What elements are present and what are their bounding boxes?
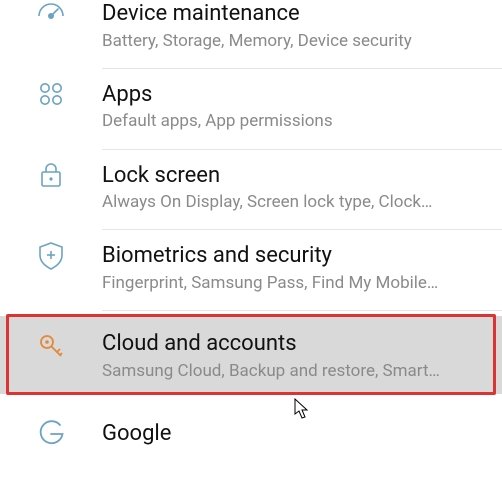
settings-list-viewport: { "settings": [ { "icon": "gauge-icon", … [0,0,502,504]
gauge-icon [0,0,102,32]
settings-item-cloud-accounts[interactable]: Cloud and accounts Samsung Cloud, Backup… [0,316,502,394]
settings-list: Device maintenance Battery, Storage, Mem… [0,0,502,466]
settings-item-device-maintenance[interactable]: Device maintenance Battery, Storage, Mem… [0,0,502,69]
settings-item-biometrics-security[interactable]: Biometrics and security Fingerprint, Sam… [0,230,502,311]
settings-item-title: Google [102,420,488,448]
settings-item-subtitle: Samsung Cloud, Backup and restore, Smart… [102,361,488,382]
google-g-icon [0,408,102,446]
settings-item-subtitle: Always On Display, Screen lock type, Clo… [102,192,488,213]
shield-plus-icon [0,230,102,272]
settings-item-title: Cloud and accounts [102,330,488,358]
settings-item-title: Lock screen [102,162,488,190]
key-icon [0,324,102,362]
settings-item-lock-screen[interactable]: Lock screen Always On Display, Screen lo… [0,150,502,231]
settings-item-subtitle: Battery, Storage, Memory, Device securit… [102,31,488,52]
settings-item-subtitle: Fingerprint, Samsung Pass, Find My Mobil… [102,273,488,294]
settings-item-title: Biometrics and security [102,242,488,270]
settings-item-title: Apps [102,81,488,109]
apps-grid-icon [0,69,102,109]
settings-item-apps[interactable]: Apps Default apps, App permissions [0,69,502,150]
settings-item-title: Device maintenance [102,0,488,28]
settings-item-google[interactable]: Google [0,394,502,467]
lock-icon [0,150,102,192]
settings-item-subtitle: Default apps, App permissions [102,111,488,132]
